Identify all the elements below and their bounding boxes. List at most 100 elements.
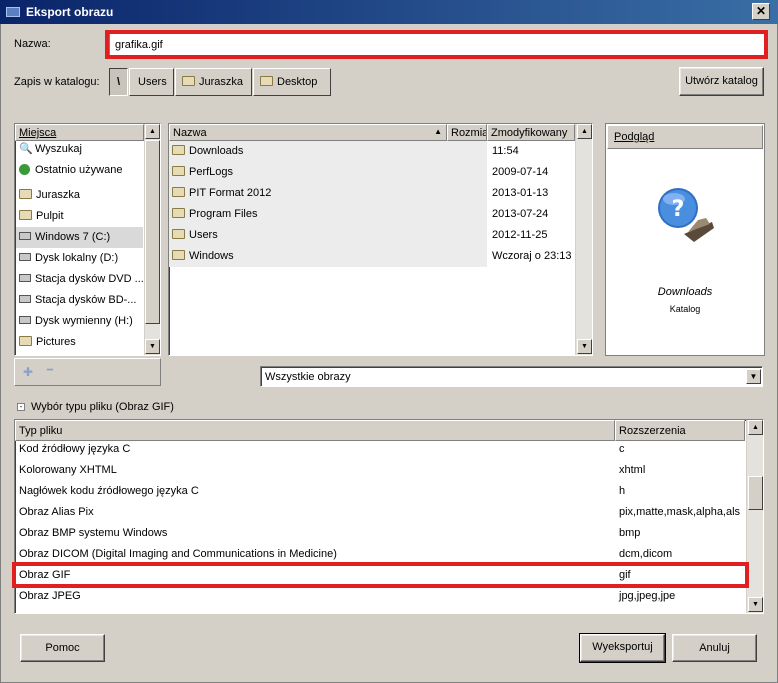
file-name-cell: Downloads bbox=[169, 141, 447, 162]
chevron-down-icon[interactable]: ▼ bbox=[746, 369, 761, 384]
file-size-cell bbox=[447, 141, 487, 162]
folder-icon bbox=[182, 76, 195, 87]
file-type-name: Nagłówek kodu źródłowego języka C bbox=[19, 485, 199, 497]
place-item[interactable]: Stacja dysków BD-... bbox=[16, 290, 143, 311]
file-type-ext: jpg,jpeg,jpe bbox=[619, 590, 676, 602]
place-item[interactable]: Pictures bbox=[16, 332, 143, 353]
help-button[interactable]: Pomoc bbox=[20, 634, 105, 662]
folder-icon bbox=[172, 166, 185, 177]
column-file-type[interactable]: Typ pliku bbox=[15, 420, 615, 441]
scroll-up-icon[interactable]: ▲ bbox=[145, 124, 160, 139]
file-row[interactable]: Users 2012-11-25 bbox=[169, 225, 575, 246]
file-modified: 2013-07-24 bbox=[492, 208, 549, 220]
scroll-down-icon[interactable]: ▼ bbox=[577, 339, 592, 354]
crumb-desktop[interactable]: Desktop bbox=[253, 68, 331, 96]
column-name[interactable]: Nazwa ▲ bbox=[169, 124, 447, 141]
scroll-down-icon[interactable]: ▼ bbox=[748, 597, 763, 612]
scroll-up-icon[interactable]: ▲ bbox=[748, 420, 763, 435]
file-modified: 2013-01-13 bbox=[492, 187, 549, 199]
file-type-row[interactable]: Obraz JPEG jpg,jpeg,jpe bbox=[15, 586, 745, 607]
place-label: Wyszukaj bbox=[35, 143, 82, 155]
column-size[interactable]: Rozmiar bbox=[447, 124, 487, 141]
file-type-row[interactable]: Obraz Alias Pix pix,matte,mask,alpha,als bbox=[15, 502, 745, 523]
crumb-root[interactable]: \ bbox=[109, 68, 128, 96]
places-toolbar: ✚ ━ bbox=[14, 358, 161, 386]
crumb-users[interactable]: Users bbox=[129, 68, 174, 96]
scroll-up-icon[interactable]: ▲ bbox=[577, 124, 592, 139]
file-type-ext: xhtml bbox=[619, 464, 646, 476]
place-label: Stacja dysków BD-... bbox=[35, 294, 137, 306]
place-item[interactable]: 🔍 Wyszukaj bbox=[16, 139, 143, 160]
folder-icon bbox=[19, 189, 32, 200]
place-item[interactable]: Dysk lokalny (D:) bbox=[16, 248, 143, 269]
file-name: PIT Format 2012 bbox=[189, 187, 272, 199]
file-size-cell bbox=[447, 204, 487, 225]
file-type-expander[interactable]: Wybór typu pliku (Obraz GIF) bbox=[31, 401, 174, 413]
files-scrollbar[interactable]: ▲ ▼ bbox=[575, 124, 592, 355]
scroll-down-icon[interactable]: ▼ bbox=[145, 339, 160, 354]
places-scrollbar[interactable]: ▲ ▼ bbox=[144, 124, 160, 355]
file-name-cell: PIT Format 2012 bbox=[169, 183, 447, 204]
folder-icon bbox=[172, 229, 185, 240]
export-button[interactable]: Wyeksportuj bbox=[579, 633, 666, 663]
crumb-juraszka[interactable]: Juraszka bbox=[175, 68, 252, 96]
file-size-cell bbox=[447, 162, 487, 183]
file-type-name: Obraz BMP systemu Windows bbox=[19, 527, 168, 539]
preview-type: Katalog bbox=[669, 304, 701, 314]
place-label: Pictures bbox=[36, 336, 76, 348]
title-bar: Eksport obrazu ✕ bbox=[0, 0, 778, 24]
add-bookmark-icon[interactable]: ✚ bbox=[23, 365, 33, 379]
scroll-thumb[interactable] bbox=[145, 140, 160, 324]
app-icon bbox=[6, 7, 20, 17]
create-folder-button[interactable]: Utwórz katalog bbox=[679, 67, 764, 96]
filter-combo[interactable]: Wszystkie obrazy ▼ bbox=[260, 366, 763, 387]
place-item[interactable]: Pulpit bbox=[16, 206, 143, 227]
place-item[interactable]: Juraszka bbox=[16, 185, 143, 206]
file-row[interactable]: PerfLogs 2009-07-14 bbox=[169, 162, 575, 183]
collapse-icon[interactable]: - bbox=[17, 403, 25, 411]
file-row[interactable]: Program Files 2013-07-24 bbox=[169, 204, 575, 225]
filter-value: Wszystkie obrazy bbox=[265, 371, 351, 383]
folder-icon bbox=[260, 76, 273, 87]
scroll-thumb[interactable] bbox=[748, 476, 763, 510]
search-icon: 🔍 bbox=[19, 143, 33, 155]
file-type-name: Obraz JPEG bbox=[19, 590, 81, 602]
file-type-ext: pix,matte,mask,alpha,als bbox=[619, 506, 741, 518]
place-item[interactable]: Stacja dysków DVD ... bbox=[16, 269, 144, 290]
place-label: Ostatnio używane bbox=[35, 164, 123, 176]
drive-icon bbox=[19, 232, 31, 241]
crumb-desktop-label: Desktop bbox=[277, 76, 318, 88]
sort-ascending-icon: ▲ bbox=[434, 127, 442, 136]
file-row[interactable]: Windows Wczoraj o 23:13 bbox=[169, 246, 575, 267]
file-type-row[interactable]: Nagłówek kodu źródłowego języka C h bbox=[15, 481, 745, 502]
file-type-row[interactable]: Obraz BMP systemu Windows bmp bbox=[15, 523, 745, 544]
place-item[interactable]: Windows 7 (C:) bbox=[16, 227, 143, 248]
place-label: Pulpit bbox=[36, 210, 64, 222]
file-type-row[interactable]: Kolorowany XHTML xhtml bbox=[15, 460, 745, 481]
file-row[interactable]: Downloads 11:54 bbox=[169, 141, 575, 162]
file-row[interactable]: PIT Format 2012 2013-01-13 bbox=[169, 183, 575, 204]
column-modified[interactable]: Zmodyfikowany bbox=[487, 124, 575, 141]
window-title: Eksport obrazu bbox=[26, 5, 114, 19]
file-type-row[interactable]: Kod źródłowy języka C c bbox=[15, 439, 745, 460]
place-item[interactable]: Dysk wymienny (H:) bbox=[16, 311, 143, 332]
crumb-juraszka-label: Juraszka bbox=[199, 76, 244, 88]
path-bar: \ Users Juraszka Desktop bbox=[109, 68, 331, 96]
file-modified: 2012-11-25 bbox=[492, 229, 548, 241]
folder-icon bbox=[172, 208, 185, 219]
column-name-label: Nazwa bbox=[173, 127, 207, 139]
filename-highlight bbox=[105, 30, 768, 59]
column-extensions[interactable]: Rozszerzenia bbox=[615, 420, 745, 441]
file-type-name: Kolorowany XHTML bbox=[19, 464, 117, 476]
folder-icon bbox=[172, 250, 185, 261]
place-item[interactable]: Ostatnio używane bbox=[16, 160, 143, 181]
close-button[interactable]: ✕ bbox=[752, 3, 770, 20]
cancel-button[interactable]: Anuluj bbox=[672, 634, 757, 662]
drive-icon bbox=[19, 295, 31, 304]
file-modified: 2009-07-14 bbox=[492, 166, 549, 178]
remove-bookmark-icon[interactable]: ━ bbox=[47, 365, 53, 376]
places-header-label: Miejsca bbox=[19, 127, 57, 139]
file-size-cell bbox=[447, 246, 487, 267]
file-name-cell: Program Files bbox=[169, 204, 447, 225]
file-name-cell: PerfLogs bbox=[169, 162, 447, 183]
